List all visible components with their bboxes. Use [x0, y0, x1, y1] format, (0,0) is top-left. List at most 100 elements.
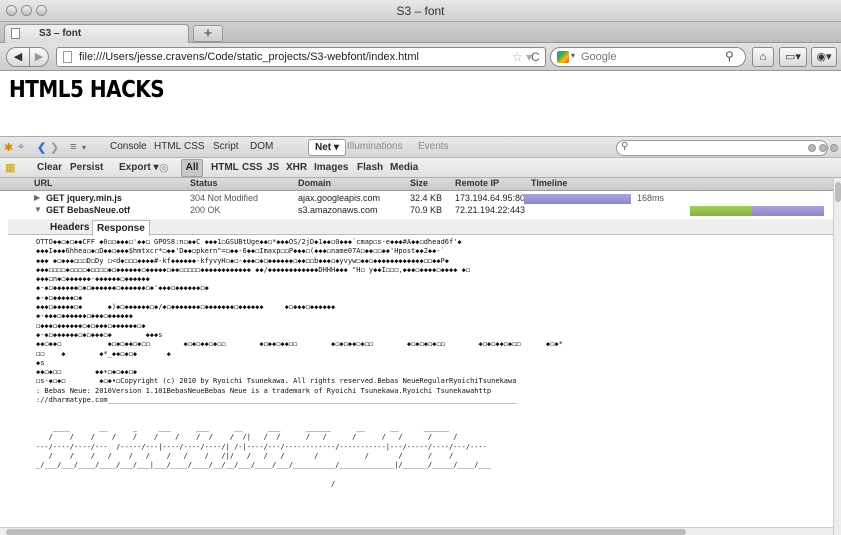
tab-console[interactable]: Console: [110, 141, 147, 152]
filter-flash[interactable]: Flash: [357, 162, 383, 173]
address-bar[interactable]: file:///Users/jesse.cravens/Code/static_…: [56, 47, 546, 67]
response-line: ◆◆◆I◆◆◆6hhea◻◆◻D◆◆◻◆◆◆$hmtxcr*◻◆◆'D◆◆◻pk…: [36, 247, 445, 256]
expand-arrow-icon[interactable]: ▶: [34, 193, 40, 202]
column-url[interactable]: URL: [34, 178, 53, 188]
tab-events[interactable]: Events: [418, 141, 449, 152]
request-domain: s3.amazonaws.com: [298, 205, 378, 215]
horizontal-scrollbar[interactable]: [0, 527, 833, 535]
column-status[interactable]: Status: [190, 178, 218, 188]
column-remote-ip[interactable]: Remote IP: [455, 178, 499, 188]
scrollbar-thumb[interactable]: [6, 529, 686, 535]
response-line: ◆◆◻◆◆◻ ◆◻◆◻◆◆◻◆◻◻ ◆◻◆◻◆◆◻◆◻◻ ◆◻◆◆◻◆◆◻◻ ◆…: [36, 340, 563, 349]
response-line: ---/----/----/--- /-----/---|----/----/-…: [36, 442, 487, 451]
response-line: ◻s-◆◻◆◻ ◆◻◆•◻Copyright (c) 2010 by Ryoic…: [36, 377, 517, 386]
net-filter-bar: ▦ Clear Persist Export ▾ ◎ All HTML CSS …: [0, 158, 841, 178]
response-line: _/___/___/____/____/___/___|___/____/___…: [36, 461, 492, 470]
net-table-header: URL Status Domain Size Remote IP Timelin…: [0, 178, 833, 191]
request-time: 168ms: [637, 193, 665, 203]
tab-css[interactable]: CSS: [184, 141, 205, 152]
page-title: HTML5 HACKS: [9, 75, 165, 103]
column-domain[interactable]: Domain: [298, 178, 331, 188]
tab-html[interactable]: HTML: [154, 141, 181, 152]
scrollbar-thumb[interactable]: [835, 182, 841, 202]
filter-images[interactable]: Images: [314, 162, 348, 173]
home-button[interactable]: ⌂: [752, 47, 774, 67]
chevron-down-icon[interactable]: ▾: [82, 143, 86, 152]
filter-xhr[interactable]: XHR: [286, 162, 307, 173]
detach-panel-button[interactable]: [819, 144, 827, 152]
response-line: ◆◆◆◻◆◆◆◆◆◻◆ ◆)◆◻◆◆◆◆◆◆◻◆/◆◻◆◆◆◆◆◆◆◻◆◆◆◆◆…: [36, 303, 336, 312]
forward-arrow-icon[interactable]: ❯: [50, 141, 59, 154]
search-bar[interactable]: ▾ ⚲: [550, 47, 746, 67]
new-tab-button[interactable]: +: [193, 25, 223, 42]
browser-tab[interactable]: S3 – font: [4, 24, 189, 43]
export-options-icon[interactable]: ◎: [159, 161, 169, 174]
response-line: ◆-◆◆◆◻◆◆◆◆◆◆◻◆◆◆◻◆◆◆◆◆◆: [36, 312, 133, 321]
collapse-arrow-icon[interactable]: ▼: [34, 205, 42, 214]
response-line: ◆-◆◻◆◆◆◆◆◆◻◆◻◆◆◆◆◆◆◻◆◆◆◆◆◆◻◆'◆◆◆◻◆◆◆◆◆◆◻…: [36, 284, 209, 293]
request-size: 32.4 KB: [410, 193, 443, 203]
minimize-panel-button[interactable]: [808, 144, 816, 152]
search-icon[interactable]: ⚲: [725, 49, 734, 63]
back-arrow-icon[interactable]: ❮: [37, 141, 46, 154]
column-timeline[interactable]: Timeline: [531, 178, 567, 188]
forward-button[interactable]: ▶: [29, 47, 49, 67]
response-line: ◻◻ ◆ ◆*_◆◆◻◆◻◆ ◆: [36, 349, 171, 358]
export-button[interactable]: Export ▾: [119, 162, 158, 173]
request-remote-ip: 173.194.64.95:80: [455, 193, 526, 203]
page-icon: [63, 51, 72, 63]
response-line: [36, 415, 831, 424]
response-line: ◆◆◆◻n◆◻◆◆◆◆◆◆-◆◆◆◆◆◆◻◆◆◆◆◆◆: [36, 275, 150, 284]
table-row[interactable]: ▼ GET BebasNeue.otf 200 OK s3.amazonaws.…: [0, 205, 833, 217]
response-line: /: [36, 479, 336, 488]
request-status: 200 OK: [190, 205, 221, 215]
filter-all[interactable]: All: [181, 159, 203, 177]
filter-js[interactable]: JS: [267, 162, 279, 173]
response-line: ____ __ _ ___ ___ __ ___ ______ __ __ __…: [36, 423, 450, 432]
column-size[interactable]: Size: [410, 178, 428, 188]
request-url: GET BebasNeue.otf: [46, 205, 131, 215]
table-row[interactable]: ▶ GET jquery.min.js 304 Not Modified aja…: [0, 193, 833, 205]
request-url: GET jquery.min.js: [46, 193, 122, 203]
tab-strip: S3 – font +: [0, 22, 841, 43]
bookmark-star-icon[interactable]: ☆ ▾: [512, 50, 532, 64]
detail-tab-bar: Headers Response: [8, 219, 833, 236]
firebug-icon[interactable]: ✱: [4, 141, 13, 154]
tab-headers[interactable]: Headers: [46, 220, 93, 235]
response-line: / / / / / / / / / /|/ / / / / / / / /: [36, 451, 454, 460]
response-line: OTTO◆◆◻◆◻◆◆CFF ◆0◻◻◆◆◆◻'◆◆◻ GPOS8:n◻◆◆C …: [36, 238, 462, 246]
response-line: / / / / / / / / / / /| / / / / / / / / /: [36, 433, 458, 442]
search-icon: ⚲: [621, 141, 629, 152]
response-line: ◆-◆◻◆◆◆◆◆◆◻◆◻◆◆◆◻◆ ◆◆◆s: [36, 330, 163, 339]
chevron-down-icon[interactable]: ▾: [571, 51, 575, 60]
firebug-search-input[interactable]: [633, 142, 813, 154]
navigation-bar: ◀ ▶ file:///Users/jesse.cravens/Code/sta…: [0, 43, 841, 71]
filter-media[interactable]: Media: [390, 162, 418, 173]
clear-button[interactable]: Clear: [37, 162, 62, 173]
tab-illuminations[interactable]: Illuminations: [347, 141, 403, 152]
back-button[interactable]: ◀: [6, 47, 30, 67]
tab-script[interactable]: Script: [213, 141, 239, 152]
request-remote-ip: 72.21.194.22:443: [455, 205, 526, 215]
tab-net[interactable]: Net ▾: [308, 139, 346, 156]
panel-menu-icon[interactable]: ≡: [70, 141, 76, 153]
filter-html[interactable]: HTML: [211, 162, 239, 173]
response-body: OTTO◆◆◻◆◻◆◆CFF ◆0◻◻◆◆◆◻'◆◆◻ GPOS8:n◻◆◆C …: [36, 238, 831, 524]
net-panel-icon: ▦: [5, 162, 16, 174]
tab-response[interactable]: Response: [92, 220, 150, 236]
inspect-icon[interactable]: ⌖: [18, 141, 24, 154]
addon-menu-button[interactable]: ◉▾: [811, 47, 837, 67]
window-title: S3 – font: [396, 4, 445, 18]
response-line: : Bebas Neue: 2010Version 1.101BebasNeue…: [36, 386, 492, 395]
filter-css[interactable]: CSS: [242, 162, 263, 173]
response-line: ◆◆◻◆◻◻ ◆◆•◻◆◻◆◆◻◆: [36, 368, 138, 377]
close-panel-button[interactable]: [830, 144, 838, 152]
tab-dom[interactable]: DOM: [250, 141, 273, 152]
bookmarks-menu-button[interactable]: ▭▾: [779, 47, 807, 67]
persist-button[interactable]: Persist: [70, 162, 103, 173]
firebug-search-box[interactable]: ⚲: [616, 140, 828, 156]
search-input[interactable]: [581, 50, 701, 64]
google-search-engine-icon[interactable]: [557, 51, 569, 63]
reload-icon[interactable]: C: [531, 50, 540, 64]
vertical-scrollbar[interactable]: [833, 178, 841, 535]
